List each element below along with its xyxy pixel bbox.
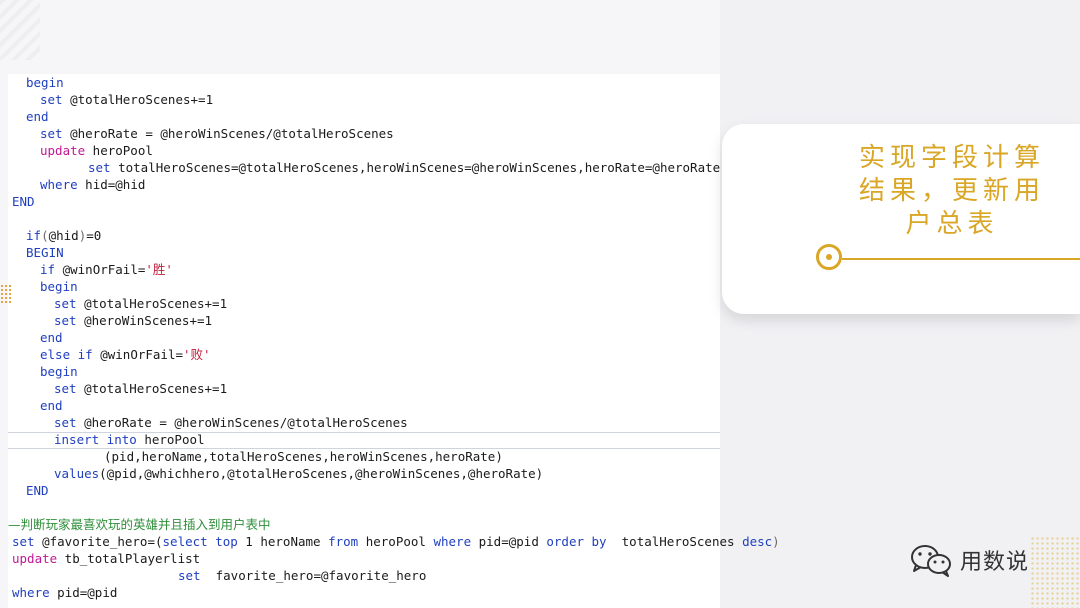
code-line: set @favorite_hero=(select top 1 heroNam… [12,534,780,549]
code-line: values(@pid,@whichhero,@totalHeroScenes,… [54,466,544,481]
code-line: begin [40,364,78,379]
code-line: where hid=@hid [40,177,146,192]
gold-divider-line [842,258,1080,260]
code-line: set @totalHeroScenes+=1 [54,296,228,311]
code-panel: begin set @totalHeroScenes+=1 end set @h… [8,74,780,608]
code-line: set @totalHeroScenes+=1 [40,92,214,107]
code-comment: —判断玩家最喜欢玩的英雄并且插入到用户表中 [8,517,271,532]
code-line: set favorite_hero=@favorite_hero [178,568,427,583]
code-line: set totalHeroScenes=@totalHeroScenes,her… [88,160,721,175]
code-line: if(@hid)=0 [26,228,102,243]
code-line: BEGIN [26,245,64,260]
code-line: update tb_totalPlayerlist [12,551,201,566]
code-line: END [26,483,49,498]
watermark: 用数说 [910,540,1029,580]
code-line: end [40,398,63,413]
code-line: update heroPool [40,143,153,158]
code-line: begin [40,279,78,294]
decorative-dots-left [0,284,12,304]
watermark-text: 用数说 [960,550,1030,575]
decorative-stripes [0,0,40,60]
code-line: END [12,194,35,209]
code-line: end [40,330,63,345]
current-line-bottom-border [8,448,720,449]
code-line: set @heroWinScenes+=1 [54,313,213,328]
wechat-icon [911,545,951,577]
code-line: set @totalHeroScenes+=1 [54,381,228,396]
caption-card: 实现字段计算 结果，更新用 户总表 [722,124,1080,314]
code-line: insert into heroPool [54,432,205,447]
code-line: where pid=@pid [12,585,118,600]
current-line-top-border [8,432,720,433]
ring-marker-icon [816,244,842,270]
code-line: else if @winOrFail='败' [40,347,211,362]
card-title: 实现字段计算 结果，更新用 户总表 [858,143,1045,239]
code-line: (pid,heroName,totalHeroScenes,heroWinSce… [104,449,503,464]
code-line: set @heroRate = @heroWinScenes/@totalHer… [40,126,394,141]
code-line: if @winOrFail='胜' [40,262,173,277]
code-line: end [26,109,49,124]
code-line: set @heroRate = @heroWinScenes/@totalHer… [54,415,408,430]
code-line: begin [26,75,64,90]
decorative-dots-right [1030,536,1080,608]
